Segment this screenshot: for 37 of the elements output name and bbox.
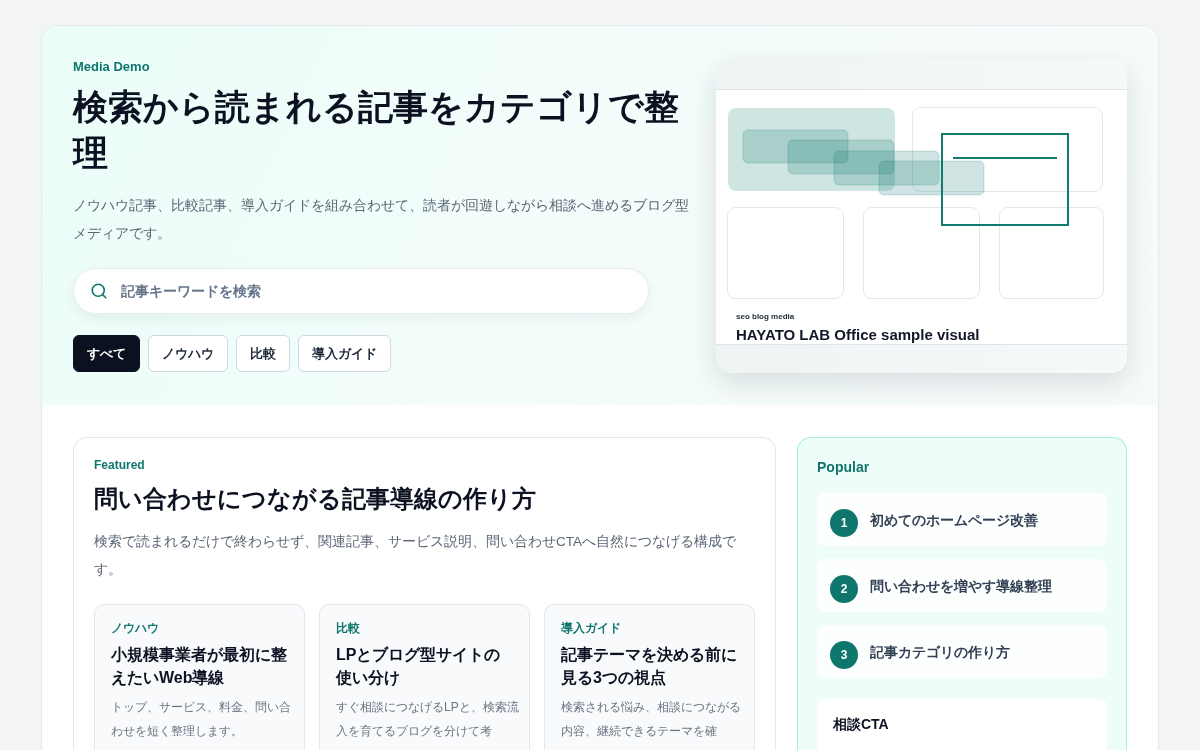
eyebrow-label: Media Demo [73,58,150,76]
featured-title: 問い合わせにつながる記事導線の作り方 [94,484,537,514]
filter-tab[interactable]: 比較 [236,335,290,372]
rank-badge: 2 [830,574,858,603]
featured-description: 検索で読まれるだけで終わらせず、関連記事、サービス説明、問い合わせCTAへ自然につなげる構成です。 [94,533,736,579]
article-category: ノウハウ [111,620,160,637]
article-title: 記事テーマを決める前に見る3つの視点 [561,645,738,688]
popular-item-title: 問い合わせを増やす導線整理 [870,576,1052,596]
visual-tagline: seo blog media [736,312,795,322]
article-category: 比較 [336,620,361,637]
filter-tab[interactable]: すべて [73,335,140,372]
popular-item[interactable]: 1 初めてのホームページ改善 [817,493,1107,546]
article-card[interactable]: 比較 LPとブログ型サイトの使い分け すぐ相談につなげるLPと、検索流入を育てるブログを分けて考 [319,604,530,750]
hero-description: ノウハウ記事、比較記事、導入ガイドを組み合わせて、読者が回遊しながら相談へ進めるブログ型メディアです。 [73,196,690,243]
article-excerpt: トップ、サービス、料金、問い合わせを短く整理します。 [111,699,292,740]
popular-item[interactable]: 2 問い合わせを増やす導線整理 [817,559,1107,612]
article-title: LPとブログ型サイトの使い分け [336,645,502,688]
section-label: Featured [94,457,146,474]
page-title: 検索から読まれる記事をカテゴリで整理 [73,86,680,174]
rank-badge: 1 [830,508,858,537]
search-field[interactable]: 記事キーワードを検索 [73,268,649,314]
article-card[interactable]: ノウハウ 小規模事業者が最初に整えたいWeb導線 トップ、サービス、料金、問い合わせを短く整理します。 [94,604,305,750]
filter-tab[interactable]: ノウハウ [148,335,228,372]
popular-item[interactable]: 3 記事カテゴリの作り方 [817,625,1107,678]
article-category: 導入ガイド [561,620,622,637]
visual-caption: HAYATO LAB Office sample visual [736,326,980,344]
cta-heading: 相談CTA [833,715,890,733]
article-card[interactable]: 導入ガイド 記事テーマを決める前に見る3つの視点 検索される悩み、相談につながる内容、継続できるテーマを確 [544,604,755,750]
article-excerpt: 検索される悩み、相談につながる内容、継続できるテーマを確 [561,699,742,740]
article-title: 小規模事業者が最初に整えたいWeb導線 [111,645,288,688]
popular-item-title: 初めてのホームページ改善 [870,510,1038,530]
popular-item-title: 記事カテゴリの作り方 [870,642,1010,662]
search-icon [90,282,108,300]
panel-heading: Popular [817,458,871,476]
filter-tab[interactable]: 導入ガイド [298,335,391,372]
article-excerpt: すぐ相談につなげるLPと、検索流入を育てるブログを分けて考 [336,699,520,740]
rank-badge: 3 [830,640,858,669]
